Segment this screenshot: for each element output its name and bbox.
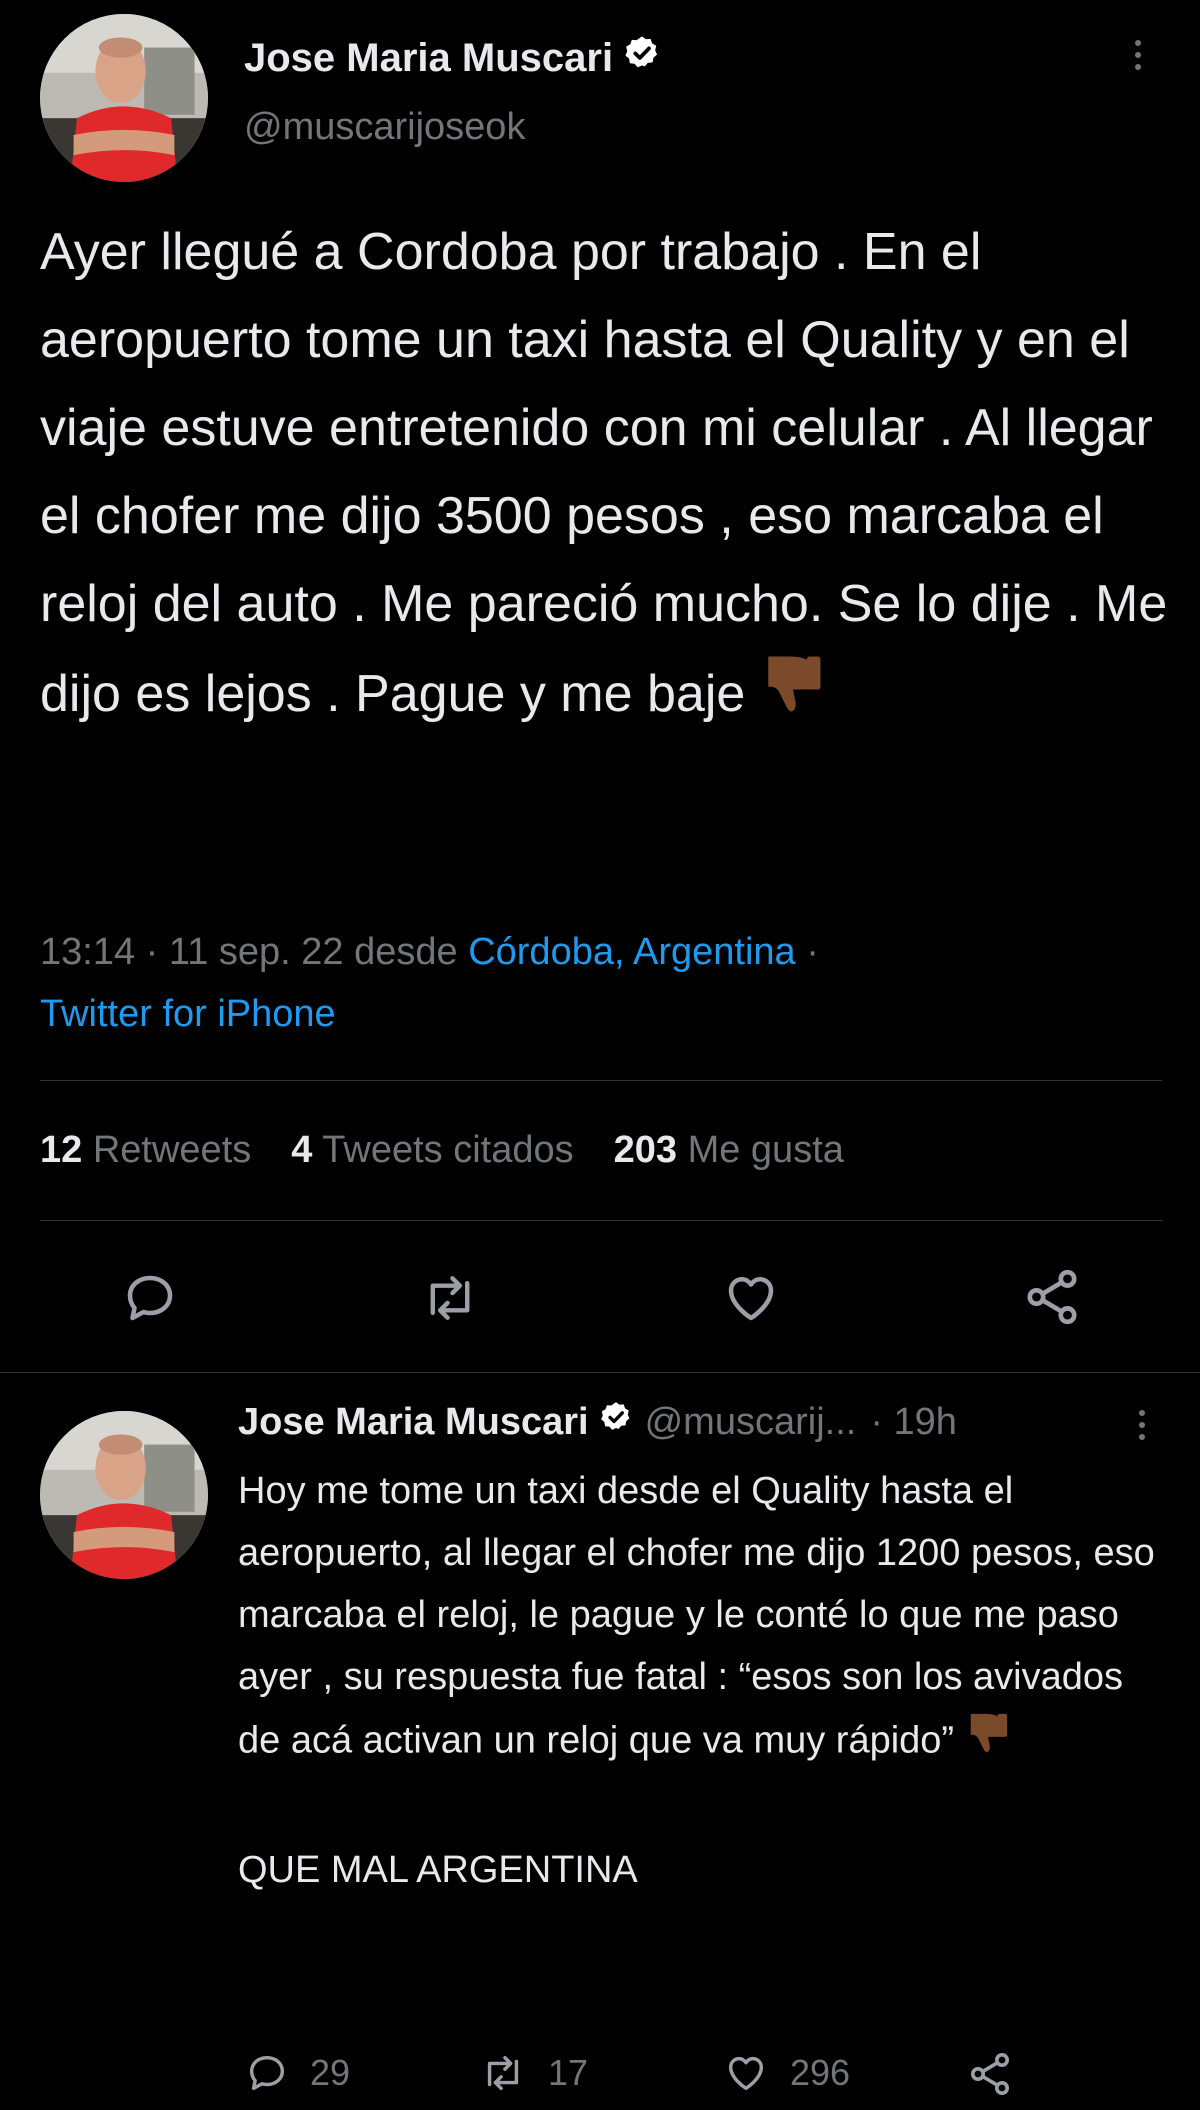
reply-like-button[interactable]: 296 (722, 2050, 850, 2096)
source-link[interactable]: Twitter for iPhone (40, 993, 336, 1035)
reply-author-name[interactable]: Jose Maria Muscari (238, 1401, 589, 1444)
retweets-label: Retweets (92, 1129, 252, 1171)
tweet-source-line: Twitter for iPhone (40, 984, 336, 1044)
likes-stat[interactable]: 203 Me gusta (614, 1129, 844, 1171)
from-label: desde (354, 931, 458, 973)
like-count: 296 (790, 2052, 851, 2093)
tweet-body: Ayer llegué a Cordoba por trabajo . En e… (40, 223, 1168, 724)
share-button[interactable] (1020, 1266, 1084, 1333)
tweet-stats: 12 Retweets 4 Tweets citados 203 Me gusta (40, 1120, 844, 1180)
tweet-meta: 13:14 · 11 sep. 22 desde Córdoba, Argent… (40, 922, 819, 982)
tweet-date: 11 sep. 22 (168, 931, 344, 973)
reply-reply-button[interactable]: 29 (244, 2050, 350, 2096)
meta-separator-2: · (806, 931, 819, 973)
share-icon (971, 2053, 1009, 2095)
like-icon (728, 2056, 764, 2091)
quotes-stat[interactable]: 4 Tweets citados (291, 1129, 573, 1171)
reply-tweet-text: Hoy me tome un taxi desde el Quality has… (238, 1460, 1168, 1901)
more-options-icon[interactable] (1128, 40, 1148, 70)
like-button[interactable] (720, 1268, 782, 1333)
reply-header: Jose Maria Muscari @muscarij... · 19h (238, 1400, 957, 1444)
avatar-photo-icon (40, 14, 208, 182)
reply-paragraph-1: Hoy me tome un taxi desde el Quality has… (238, 1470, 1155, 1762)
reply-icon (127, 1275, 173, 1321)
reply-paragraph-2: QUE MAL ARGENTINA (238, 1849, 638, 1891)
verified-badge-icon (599, 1400, 633, 1444)
reply-author-handle[interactable]: @muscarij... (645, 1401, 857, 1444)
likes-label: Me gusta (687, 1129, 844, 1171)
author-name[interactable]: Jose Maria Muscari (244, 34, 661, 82)
location-link[interactable]: Córdoba, Argentina (468, 931, 795, 973)
tweet-time: 13:14 (40, 931, 136, 973)
main-tweet: Jose Maria Muscari @muscarijoseok Ayer l… (0, 0, 1200, 1373)
quotes-count: 4 (291, 1129, 313, 1171)
thumbs-down-emoji (760, 648, 826, 747)
retweets-count: 12 (40, 1129, 83, 1171)
divider (40, 1220, 1162, 1221)
retweet-button[interactable] (418, 1268, 482, 1333)
reply-button[interactable] (120, 1268, 180, 1333)
reply-time[interactable]: · 19h (870, 1401, 957, 1444)
avatar[interactable] (40, 14, 208, 182)
divider (0, 1372, 1200, 1373)
retweet-count: 17 (548, 2052, 589, 2093)
like-icon (728, 1277, 774, 1321)
divider (40, 1080, 1162, 1081)
reply-share-button[interactable] (966, 2050, 1014, 2098)
author-name-text[interactable]: Jose Maria Muscari (244, 36, 613, 81)
retweet-icon (487, 2055, 519, 2091)
author-handle[interactable]: @muscarijoseok (244, 106, 525, 149)
reply-avatar[interactable] (40, 1411, 208, 1579)
quotes-label: Tweets citados (322, 1129, 574, 1171)
reply-count: 29 (310, 2052, 351, 2093)
reply-retweet-button[interactable]: 17 (478, 2050, 588, 2096)
retweets-stat[interactable]: 12 Retweets (40, 1129, 251, 1171)
meta-separator: · (145, 931, 159, 973)
retweet-icon (430, 1276, 470, 1320)
avatar-photo-icon (40, 1411, 208, 1579)
thumbs-down-emoji (965, 1708, 1011, 1777)
verified-badge-icon (623, 34, 661, 82)
more-options-icon[interactable] (1132, 1410, 1152, 1440)
likes-count: 203 (613, 1129, 678, 1171)
share-icon (1027, 1269, 1077, 1325)
reply-icon (249, 2055, 285, 2091)
tweet-text: Ayer llegué a Cordoba por trabajo . En e… (40, 208, 1180, 747)
